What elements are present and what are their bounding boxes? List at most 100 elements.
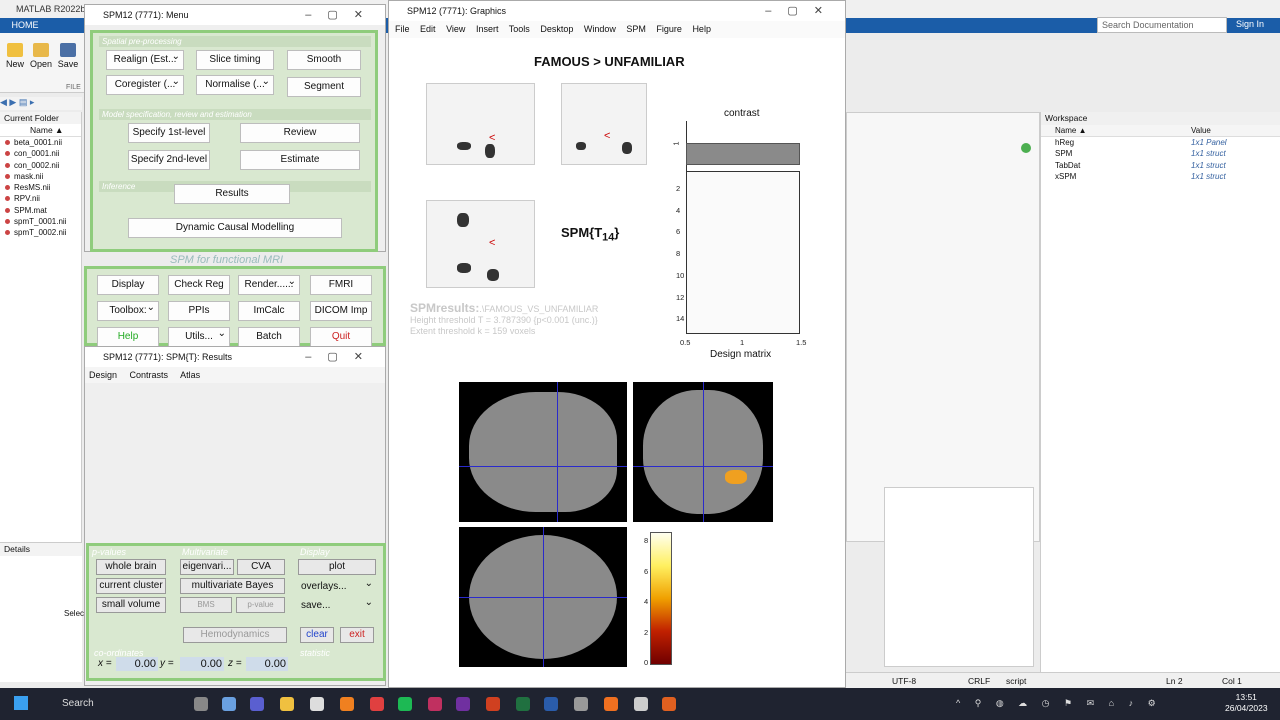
menu-desktop[interactable]: Desktop [540, 24, 573, 34]
teams-icon[interactable] [250, 697, 264, 711]
firefox-icon[interactable] [604, 697, 618, 711]
toolbox-dropdown[interactable]: Toolbox: [97, 301, 159, 321]
exit-button[interactable]: exit [340, 627, 374, 643]
editor-pane[interactable] [884, 487, 1034, 667]
results-button[interactable]: Results [174, 184, 290, 204]
matlab-icon[interactable] [662, 697, 676, 711]
bms-button[interactable]: BMS [180, 597, 232, 613]
workspace-row[interactable]: SPM 1x1 struct [1041, 148, 1280, 160]
check-reg-button[interactable]: Check Reg [168, 275, 230, 295]
word-icon[interactable] [544, 697, 558, 711]
menu-window[interactable]: Window [584, 24, 616, 34]
quit-button[interactable]: Quit [310, 327, 372, 347]
chrome-icon[interactable] [370, 697, 384, 711]
render-dropdown[interactable]: Render...... [238, 275, 300, 295]
taskbar-clock[interactable]: 13:51 26/04/2023 [1225, 692, 1268, 714]
design-matrix-plot[interactable] [686, 171, 800, 334]
window-controls[interactable]: –▢✕ [305, 5, 379, 25]
brain-axial-slice[interactable] [459, 527, 627, 667]
multivariate-bayes-button[interactable]: multivariate Bayes [180, 578, 285, 594]
results-window-controls[interactable]: –▢✕ [305, 347, 379, 367]
powerpoint-icon[interactable] [486, 697, 500, 711]
glass-brain-axial[interactable]: < [426, 200, 535, 288]
eigenvariate-button[interactable]: eigenvari... [180, 559, 234, 575]
file-item[interactable]: con_0002.nii [0, 160, 81, 171]
file-item[interactable]: beta_0001.nii [0, 137, 81, 148]
segment-button[interactable]: Segment [287, 77, 361, 97]
menu-atlas[interactable]: Atlas [180, 370, 200, 380]
sign-in-link[interactable]: Sign In [1236, 19, 1264, 29]
display-button[interactable]: Display [97, 275, 159, 295]
dcm-button[interactable]: Dynamic Causal Modelling [128, 218, 342, 238]
whole-brain-button[interactable]: whole brain [96, 559, 166, 575]
workspace-row[interactable]: TabDat 1x1 struct [1041, 160, 1280, 172]
dicom-import-button[interactable]: DICOM Imp [310, 301, 372, 321]
ws-name-header[interactable]: Name ▲ [1041, 125, 1191, 136]
help-button[interactable]: Help [97, 327, 159, 347]
workspace-row[interactable]: xSPM 1x1 struct [1041, 171, 1280, 183]
x-coordinate-input[interactable]: 0.00 [116, 657, 158, 671]
small-volume-button[interactable]: small volume [96, 597, 166, 613]
smooth-button[interactable]: Smooth [287, 50, 361, 70]
app-icon-3[interactable] [574, 697, 588, 711]
file-item[interactable]: spmT_0001.nii [0, 216, 81, 227]
app-icon[interactable] [310, 697, 324, 711]
utils-dropdown[interactable]: Utils... [168, 327, 230, 347]
file-item[interactable]: SPM.mat [0, 205, 81, 216]
onenote-icon[interactable] [456, 697, 470, 711]
menu-help[interactable]: Help [692, 24, 711, 34]
batch-button[interactable]: Batch [238, 327, 300, 347]
address-toolbar[interactable]: ◀ ▶ ▤ ▸ [0, 97, 82, 110]
vlc-icon[interactable] [340, 697, 354, 711]
save-dropdown[interactable]: save... [298, 596, 376, 613]
file-item[interactable]: RPV.nii [0, 193, 81, 204]
glass-brain-coronal[interactable]: < [561, 83, 647, 165]
app-icon-4[interactable] [634, 697, 648, 711]
menu-insert[interactable]: Insert [476, 24, 499, 34]
menu-file[interactable]: File [395, 24, 410, 34]
specify-2nd-level-button[interactable]: Specify 2nd-level [128, 150, 210, 170]
search-documentation-input[interactable]: Search Documentation [1097, 17, 1227, 33]
name-column-header[interactable]: Name ▲ [0, 124, 81, 137]
file-item[interactable]: mask.nii [0, 171, 81, 182]
file-item[interactable]: ResMS.nii [0, 182, 81, 193]
overlays-dropdown[interactable]: overlays... [298, 577, 376, 594]
excel-icon[interactable] [516, 697, 530, 711]
save-button[interactable]: Save [55, 39, 81, 69]
y-coordinate-input[interactable]: 0.00 [180, 657, 224, 671]
review-button[interactable]: Review [240, 123, 360, 143]
ppis-button[interactable]: PPIs [168, 301, 230, 321]
glass-brain-sagittal[interactable]: < [426, 83, 535, 165]
menu-view[interactable]: View [446, 24, 465, 34]
graphics-window-controls[interactable]: –▢✕ [765, 1, 839, 21]
ws-value-header[interactable]: Value [1191, 125, 1211, 136]
menu-tools[interactable]: Tools [509, 24, 530, 34]
current-cluster-button[interactable]: current cluster [96, 578, 166, 594]
clear-button[interactable]: clear [300, 627, 334, 643]
menu-edit[interactable]: Edit [420, 24, 436, 34]
coregister-dropdown[interactable]: Coregister (... [106, 75, 184, 95]
brain-sagittal-slice[interactable] [459, 382, 627, 522]
menu-spm-figure[interactable]: SPM Figure [626, 24, 682, 34]
file-item[interactable]: spmT_0002.nii [0, 227, 81, 238]
spotify-icon[interactable] [398, 697, 412, 711]
menu-contrasts[interactable]: Contrasts [130, 370, 169, 380]
tab-home[interactable]: HOME [0, 18, 50, 33]
hemodynamics-button[interactable]: Hemodynamics [183, 627, 287, 643]
cva-button[interactable]: CVA [237, 559, 285, 575]
app-icon-2[interactable] [428, 697, 442, 711]
realign-dropdown[interactable]: Realign (Est... [106, 50, 184, 70]
file-explorer-icon[interactable] [280, 697, 294, 711]
menu-design[interactable]: Design [89, 370, 117, 380]
workspace-row[interactable]: hReg 1x1 Panel [1041, 137, 1280, 149]
open-button[interactable]: Open [28, 39, 54, 69]
command-window[interactable] [846, 112, 1040, 542]
taskbar-search[interactable]: Search [38, 694, 188, 714]
system-tray-icons[interactable]: ^ ⚲ ◍ ☁ ◷ ⚑ ✉ ⌂ ♪ ⚙ [956, 698, 1162, 709]
slice-timing-button[interactable]: Slice timing [196, 50, 274, 70]
z-coordinate-input[interactable]: 0.00 [246, 657, 288, 671]
p-value-button[interactable]: p-value [236, 597, 285, 613]
fmri-button[interactable]: FMRI [310, 275, 372, 295]
plot-button[interactable]: plot [298, 559, 376, 575]
task-view-icon[interactable] [194, 697, 208, 711]
